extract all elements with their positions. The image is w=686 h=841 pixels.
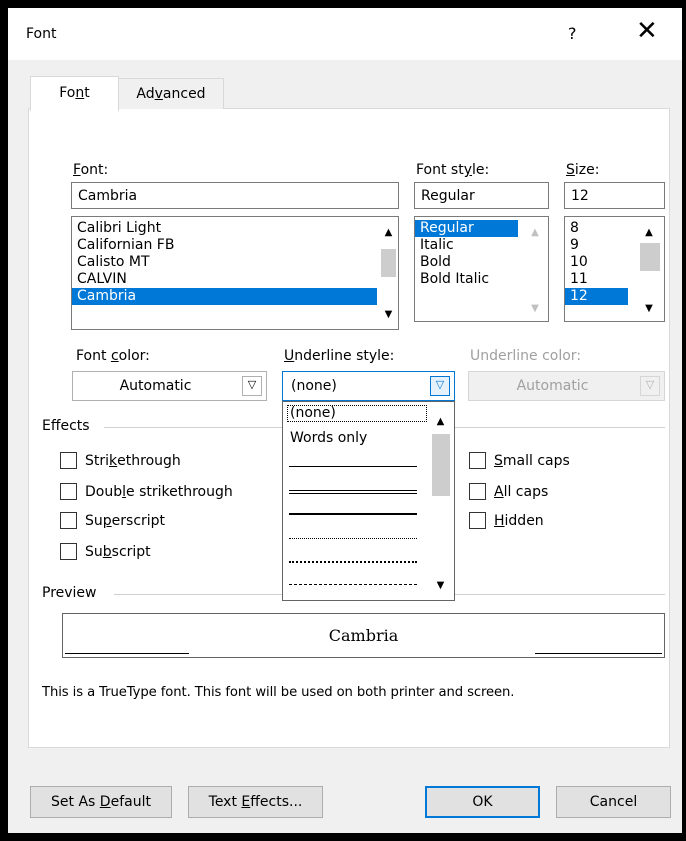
dropdown-item-thick-line[interactable] [289, 513, 417, 515]
dialog-title: Font [26, 26, 57, 42]
list-item[interactable]: Calisto MT [72, 254, 398, 271]
font-style-list[interactable]: Regular Italic Bold Bold Italic ▲ ▼ [414, 216, 549, 322]
preview-divider [455, 594, 665, 595]
underline-style-value: (none) [291, 378, 337, 394]
ok-button[interactable]: OK [425, 786, 540, 818]
underline-color-label: Underline color: [470, 348, 582, 364]
checkbox-box[interactable] [60, 512, 77, 529]
font-description-note: This is a TrueType font. This font will … [42, 685, 515, 700]
preview-divider [114, 594, 282, 595]
underline-style-dropdown[interactable]: (none) Words only ▲ ▼ [282, 401, 455, 601]
chevron-down-icon[interactable]: ▽ [242, 376, 262, 396]
checkbox-box[interactable] [60, 483, 77, 500]
size-label: Size: [566, 162, 600, 178]
dropdown-item-single-line[interactable] [289, 466, 417, 467]
tab-advanced[interactable]: Advanced [118, 78, 224, 109]
close-icon[interactable]: ✕ [636, 18, 658, 44]
subscript-checkbox[interactable]: Su b script [60, 543, 151, 560]
tab-font[interactable]: Font [30, 76, 119, 111]
font-style-label: Font style: [416, 162, 490, 178]
help-button[interactable]: ? [568, 24, 577, 43]
scroll-down-icon: ▼ [531, 303, 539, 314]
scroll-up-icon[interactable]: ▲ [427, 414, 454, 430]
scroll-thumb[interactable] [640, 243, 660, 271]
dropdown-item-dashed-line[interactable] [289, 584, 417, 585]
hidden-checkbox[interactable]: Hidden [469, 512, 544, 529]
scroll-thumb[interactable] [381, 249, 396, 277]
preview-rule-left [65, 653, 189, 654]
chevron-down-icon: ▽ [640, 376, 660, 396]
size-input[interactable]: 12 [564, 182, 665, 209]
preview-box: Cambria [62, 613, 665, 658]
scroll-down-icon[interactable]: ▼ [379, 307, 398, 323]
double-strikethrough-checkbox[interactable]: Doub l e strikethrough [60, 483, 233, 500]
chevron-down-icon[interactable]: ▽ [430, 376, 450, 396]
dropdown-scrollbar[interactable]: ▲ ▼ [427, 402, 454, 600]
font-color-value: Automatic [119, 378, 192, 394]
font-color-label: Font color: [76, 348, 150, 364]
checkbox-box[interactable] [469, 452, 486, 469]
font-style-scrollbar[interactable]: ▲ ▼ [522, 217, 548, 321]
small-caps-checkbox[interactable]: Small caps [469, 452, 570, 469]
list-item-selected[interactable]: Regular [415, 220, 518, 237]
text-effects-button[interactable]: Text Effects... [188, 786, 323, 818]
scroll-up-icon: ▲ [531, 227, 539, 238]
underline-color-value: Automatic [516, 378, 589, 394]
size-list-scrollbar[interactable]: ▲ ▼ [634, 217, 664, 321]
preview-rule-right [535, 653, 662, 654]
scroll-up-icon[interactable]: ▲ [379, 225, 398, 241]
all-caps-checkbox[interactable]: All caps [469, 483, 548, 500]
checkbox-box[interactable] [60, 452, 77, 469]
font-style-input[interactable]: Regular [414, 182, 549, 209]
underline-style-select[interactable]: (none) ▽ [282, 371, 455, 401]
effects-heading: Effects [42, 418, 90, 434]
dropdown-item-double-line[interactable] [289, 490, 417, 494]
font-label: Font: [73, 162, 109, 178]
list-item-selected[interactable]: 12 [565, 288, 628, 305]
scroll-up-icon[interactable]: ▲ [634, 225, 664, 241]
preview-heading: Preview [42, 585, 97, 601]
font-color-select[interactable]: Automatic ▽ [72, 371, 267, 401]
scroll-thumb[interactable] [432, 434, 450, 496]
checkbox-box[interactable] [60, 543, 77, 560]
effects-divider [104, 427, 282, 428]
list-item[interactable]: Californian FB [72, 237, 398, 254]
effects-divider [455, 427, 665, 428]
superscript-checkbox[interactable]: Su p erscript [60, 512, 165, 529]
preview-sample: Cambria [328, 626, 399, 645]
underline-style-label: Underline style: [284, 348, 395, 364]
strikethrough-checkbox[interactable]: Stri k ethrough [60, 452, 181, 469]
checkbox-box[interactable] [469, 512, 486, 529]
checkbox-box[interactable] [469, 483, 486, 500]
font-name-list[interactable]: Calibri Light Californian FB Calisto MT … [71, 216, 399, 330]
dropdown-item-words-only[interactable]: Words only [287, 430, 430, 446]
cancel-button[interactable]: Cancel [556, 786, 671, 818]
list-item[interactable]: CALVIN [72, 271, 398, 288]
font-list-scrollbar[interactable]: ▲ ▼ [379, 217, 398, 329]
scroll-down-icon[interactable]: ▼ [427, 578, 454, 594]
font-name-input[interactable]: Cambria [71, 182, 399, 209]
size-list[interactable]: 8 9 10 11 12 ▲ ▼ [564, 216, 665, 322]
dropdown-item-none[interactable]: (none) [287, 405, 427, 422]
list-item-selected[interactable]: Cambria [72, 288, 377, 305]
list-item[interactable]: Calibri Light [72, 220, 398, 237]
scroll-down-icon[interactable]: ▼ [634, 301, 664, 317]
dropdown-item-heavy-dotted-line[interactable] [289, 561, 417, 563]
underline-color-select: Automatic ▽ [468, 371, 665, 401]
title-bar [8, 8, 682, 60]
set-as-default-button[interactable]: Set As Default [30, 786, 172, 818]
dropdown-item-dotted-line[interactable] [289, 538, 417, 539]
